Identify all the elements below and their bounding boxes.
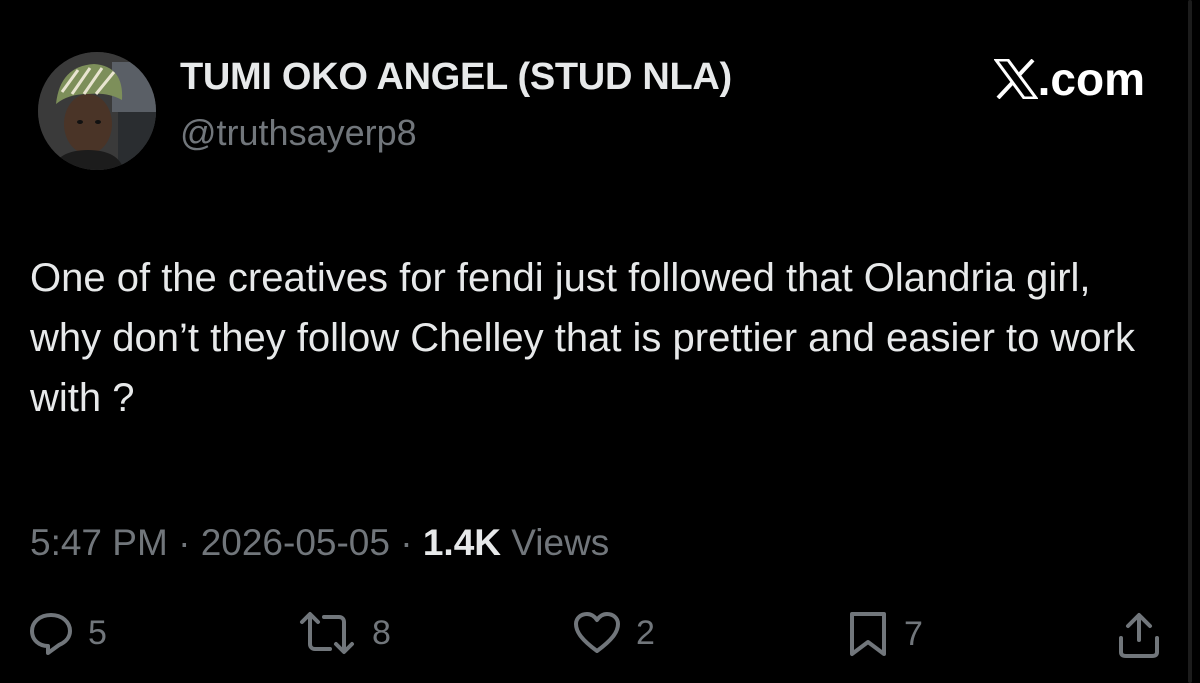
- author-handle[interactable]: @truthsayerp8: [180, 112, 417, 154]
- share-icon: [1119, 613, 1159, 658]
- tweet-date[interactable]: 2026-05-05: [201, 522, 390, 563]
- tweet-actions: 5 8 2 7: [0, 610, 1200, 670]
- reply-count: 5: [88, 613, 107, 652]
- share-button[interactable]: [1116, 610, 1162, 660]
- avatar-image: [38, 52, 156, 170]
- views-label: Views: [511, 522, 610, 563]
- tweet-time[interactable]: 5:47 PM: [30, 522, 168, 563]
- reply-icon: [30, 613, 72, 655]
- avatar[interactable]: [38, 52, 156, 170]
- brand-label: .com: [1037, 53, 1145, 105]
- heart-icon: [574, 612, 620, 653]
- meta-separator: ·: [178, 522, 191, 563]
- meta-separator: ·: [400, 522, 413, 563]
- like-button[interactable]: 2: [572, 610, 655, 656]
- brand-watermark: .com: [993, 52, 1145, 106]
- author-display-name[interactable]: TUMI OKO ANGEL (STUD NLA): [180, 56, 732, 99]
- scrollbar[interactable]: [1188, 0, 1192, 683]
- views-count: 1.4K: [422, 522, 501, 563]
- bookmark-count: 7: [904, 614, 923, 653]
- like-count: 2: [636, 613, 655, 652]
- x-logo-icon: [993, 59, 1038, 99]
- reply-button[interactable]: 5: [28, 610, 107, 656]
- tweet-header: TUMI OKO ANGEL (STUD NLA) @truthsayerp8 …: [38, 52, 1160, 172]
- repost-button[interactable]: 8: [296, 610, 391, 656]
- bookmark-icon: [850, 612, 886, 656]
- tweet-text: One of the creatives for fendi just foll…: [30, 256, 1135, 420]
- repost-count: 8: [372, 613, 391, 652]
- tweet-meta: 5:47 PM · 2026-05-05 · 1.4K Views: [30, 522, 609, 564]
- repost-icon: [300, 612, 354, 654]
- bookmark-button[interactable]: 7: [846, 610, 923, 658]
